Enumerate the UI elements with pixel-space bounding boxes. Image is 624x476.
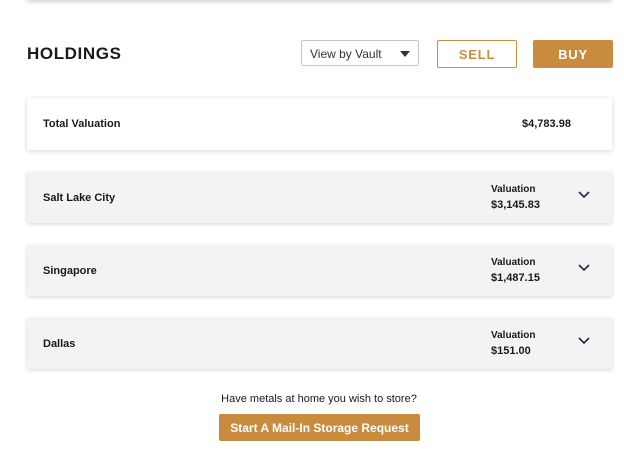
- view-by-select-value: View by Vault: [310, 47, 382, 61]
- vault-name: Singapore: [43, 265, 97, 277]
- holdings-header: HOLDINGS View by Vault SELL BUY: [27, 40, 613, 68]
- vault-valuation-label: Valuation: [491, 184, 536, 195]
- mail-in-prompt: Have metals at home you wish to store?: [221, 393, 417, 405]
- chevron-down-icon[interactable]: [578, 264, 590, 272]
- vault-row-salt-lake-city[interactable]: Salt Lake City Valuation $3,145.83: [27, 172, 612, 223]
- total-valuation-label: Total Valuation: [43, 118, 121, 130]
- total-valuation-card: Total Valuation $4,783.98: [27, 98, 612, 150]
- view-by-select[interactable]: View by Vault: [301, 40, 419, 66]
- vault-valuation-label: Valuation: [491, 257, 536, 268]
- vault-name: Salt Lake City: [43, 192, 116, 204]
- vault-valuation-value: $151.00: [491, 345, 531, 357]
- chevron-down-icon[interactable]: [578, 337, 590, 345]
- vault-name: Dallas: [43, 338, 76, 350]
- buy-button[interactable]: BUY: [533, 40, 613, 68]
- sell-button[interactable]: SELL: [437, 40, 517, 68]
- vault-row-dallas[interactable]: Dallas Valuation $151.00: [27, 318, 612, 369]
- holdings-page: HOLDINGS View by Vault SELL BUY Total Va…: [0, 0, 624, 476]
- vault-valuation-label: Valuation: [491, 330, 536, 341]
- chevron-down-icon[interactable]: [578, 191, 590, 199]
- total-valuation-value: $4,783.98: [522, 118, 571, 130]
- mail-in-storage-request-button[interactable]: Start A Mail-In Storage Request: [219, 414, 420, 441]
- vault-valuation-value: $3,145.83: [491, 199, 540, 211]
- caret-down-icon: [400, 51, 410, 57]
- vault-row-singapore[interactable]: Singapore Valuation $1,487.15: [27, 245, 612, 296]
- vault-valuation-value: $1,487.15: [491, 272, 540, 284]
- holdings-title: HOLDINGS: [27, 44, 122, 63]
